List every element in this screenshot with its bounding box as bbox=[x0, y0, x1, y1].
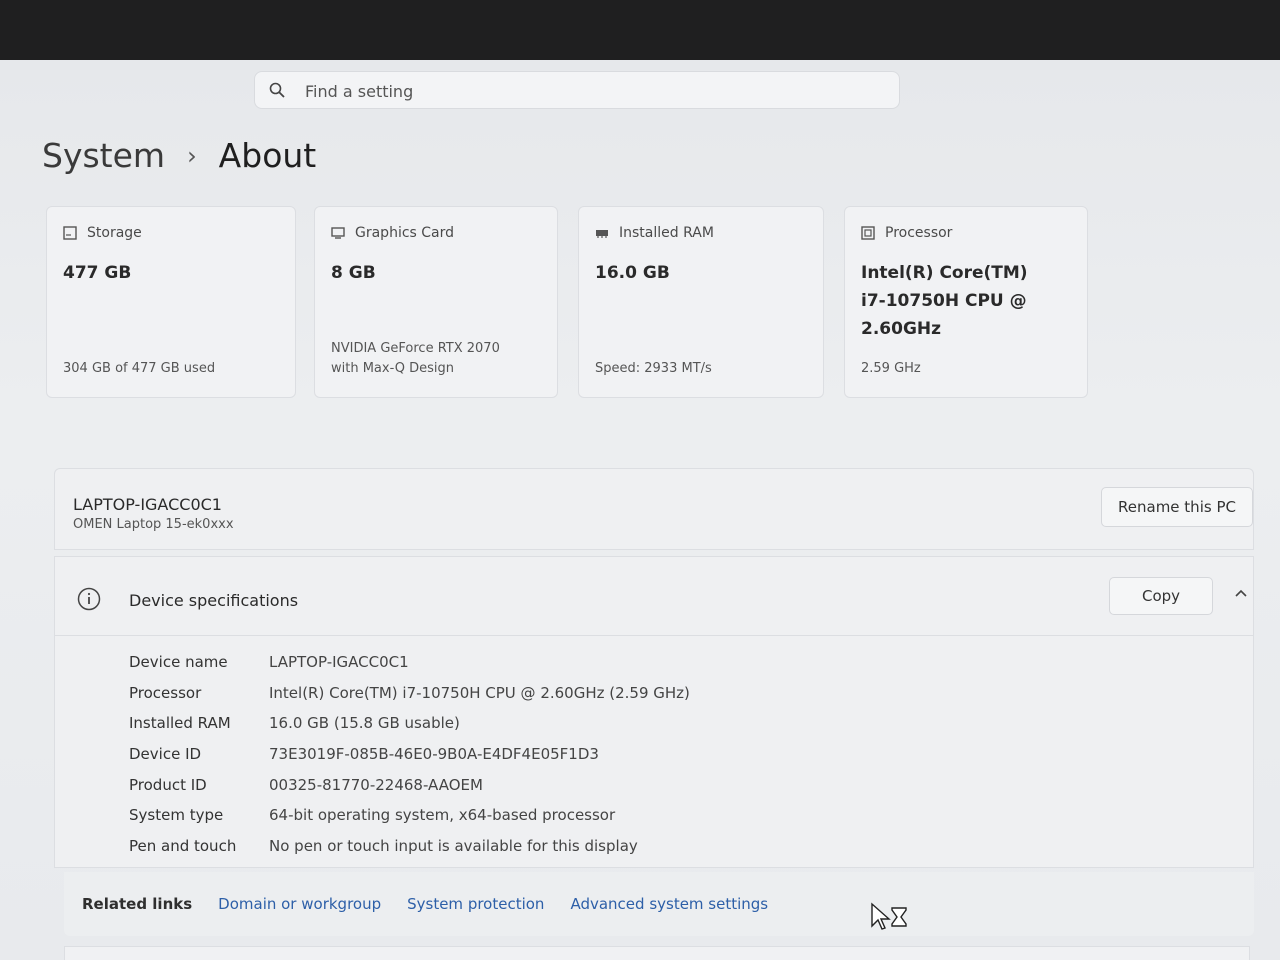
processor-card-value: Intel(R) Core(TM) i7-10750H CPU @ 2.60GH… bbox=[861, 263, 1028, 339]
spec-label: Pen and touch bbox=[129, 836, 237, 855]
ram-card[interactable]: Installed RAM 16.0 GB Speed: 2933 MT/s bbox=[578, 206, 824, 398]
info-icon bbox=[77, 587, 101, 611]
device-specifications-header[interactable]: Device specifications Copy bbox=[55, 557, 1253, 636]
spec-label: Device ID bbox=[129, 745, 202, 764]
spec-row-device-id: Device ID 73E3019F-085B-46E0-9B0A-E4DF4E… bbox=[129, 739, 690, 770]
spec-value: 16.0 GB (15.8 GB usable) bbox=[269, 714, 460, 733]
related-links-label: Related links bbox=[82, 895, 193, 913]
spec-value: 73E3019F-085B-46E0-9B0A-E4DF4E05F1D3 bbox=[269, 745, 599, 764]
storage-card-label: Storage bbox=[87, 225, 142, 241]
settings-window: System › About Storage 477 GB 304 GB of … bbox=[0, 60, 1280, 960]
spec-value: 64-bit operating system, x64-based proce… bbox=[269, 806, 616, 825]
storage-card-value: 477 GB bbox=[63, 263, 132, 283]
page-title: About bbox=[218, 136, 317, 175]
ram-card-header: Installed RAM bbox=[595, 225, 714, 241]
pc-model: OMEN Laptop 15-ek0xxx bbox=[73, 517, 234, 532]
graphics-card-label: Graphics Card bbox=[355, 225, 455, 241]
processor-card-label: Processor bbox=[885, 225, 953, 241]
ram-card-label: Installed RAM bbox=[619, 225, 714, 241]
spec-value: LAPTOP-IGACC0C1 bbox=[269, 653, 409, 672]
device-specifications-title: Device specifications bbox=[129, 591, 299, 610]
storage-icon bbox=[63, 226, 77, 240]
graphics-card-value: 8 GB bbox=[331, 263, 376, 283]
next-section-edge bbox=[64, 946, 1250, 960]
pc-name: LAPTOP-IGACC0C1 bbox=[73, 495, 222, 514]
ram-icon bbox=[596, 230, 608, 238]
busy-cursor-icon bbox=[871, 902, 907, 930]
search-box[interactable] bbox=[254, 71, 900, 110]
graphics-card-header: Graphics Card bbox=[331, 225, 454, 241]
breadcrumb-system[interactable]: System bbox=[42, 136, 165, 175]
spec-value: No pen or touch input is available for t… bbox=[269, 836, 638, 855]
storage-card[interactable]: Storage 477 GB 304 GB of 477 GB used bbox=[46, 206, 296, 398]
processor-card-sub: 2.59 GHz bbox=[861, 361, 921, 376]
graphics-card-icon bbox=[331, 227, 345, 239]
spec-label: System type bbox=[129, 806, 224, 825]
link-advanced-system-settings[interactable]: Advanced system settings bbox=[570, 895, 768, 913]
search-icon bbox=[269, 82, 285, 98]
storage-card-sub: 304 GB of 477 GB used bbox=[63, 361, 216, 376]
spec-row-processor: Processor Intel(R) Core(TM) i7-10750H CP… bbox=[129, 678, 690, 709]
breadcrumb: System › About bbox=[42, 136, 316, 175]
pc-name-row: LAPTOP-IGACC0C1 OMEN Laptop 15-ek0xxx Re… bbox=[54, 468, 1254, 550]
link-system-protection[interactable]: System protection bbox=[407, 895, 544, 913]
rename-pc-button[interactable]: Rename this PC bbox=[1101, 487, 1253, 527]
spec-row-product-id: Product ID 00325-81770-22468-AAOEM bbox=[129, 769, 690, 800]
spec-value: Intel(R) Core(TM) i7-10750H CPU @ 2.60GH… bbox=[269, 683, 690, 702]
monitor-bezel bbox=[0, 0, 1280, 60]
chevron-up-icon[interactable] bbox=[1233, 585, 1249, 601]
processor-card-header: Processor bbox=[861, 225, 952, 241]
spec-table: Device name LAPTOP-IGACC0C1 Processor In… bbox=[129, 647, 690, 861]
device-specifications-panel: Device specifications Copy Device name L… bbox=[54, 556, 1254, 868]
spec-label: Installed RAM bbox=[129, 714, 231, 733]
spec-label: Processor bbox=[129, 683, 202, 702]
spec-row-pen-and-touch: Pen and touch No pen or touch input is a… bbox=[129, 831, 690, 862]
search-input[interactable] bbox=[303, 72, 867, 110]
spec-row-device-name: Device name LAPTOP-IGACC0C1 bbox=[129, 647, 690, 678]
ram-card-value: 16.0 GB bbox=[595, 263, 670, 283]
spec-label: Product ID bbox=[129, 775, 207, 794]
link-domain-or-workgroup[interactable]: Domain or workgroup bbox=[218, 895, 381, 913]
related-links-bar: Related links Domain or workgroup System… bbox=[64, 872, 1254, 936]
processor-icon bbox=[861, 226, 875, 240]
spec-row-installed-ram: Installed RAM 16.0 GB (15.8 GB usable) bbox=[129, 708, 690, 739]
copy-button[interactable]: Copy bbox=[1109, 577, 1213, 615]
spec-label: Device name bbox=[129, 653, 228, 672]
graphics-card-sub: NVIDIA GeForce RTX 2070 with Max-Q Desig… bbox=[331, 341, 500, 376]
storage-card-header: Storage bbox=[63, 225, 142, 241]
spec-value: 00325-81770-22468-AAOEM bbox=[269, 775, 483, 794]
spec-row-system-type: System type 64-bit operating system, x64… bbox=[129, 800, 690, 831]
ram-card-sub: Speed: 2933 MT/s bbox=[595, 361, 712, 376]
graphics-card-card[interactable]: Graphics Card 8 GB NVIDIA GeForce RTX 20… bbox=[314, 206, 558, 398]
processor-card[interactable]: Processor Intel(R) Core(TM) i7-10750H CP… bbox=[844, 206, 1088, 398]
breadcrumb-separator: › bbox=[187, 141, 197, 170]
